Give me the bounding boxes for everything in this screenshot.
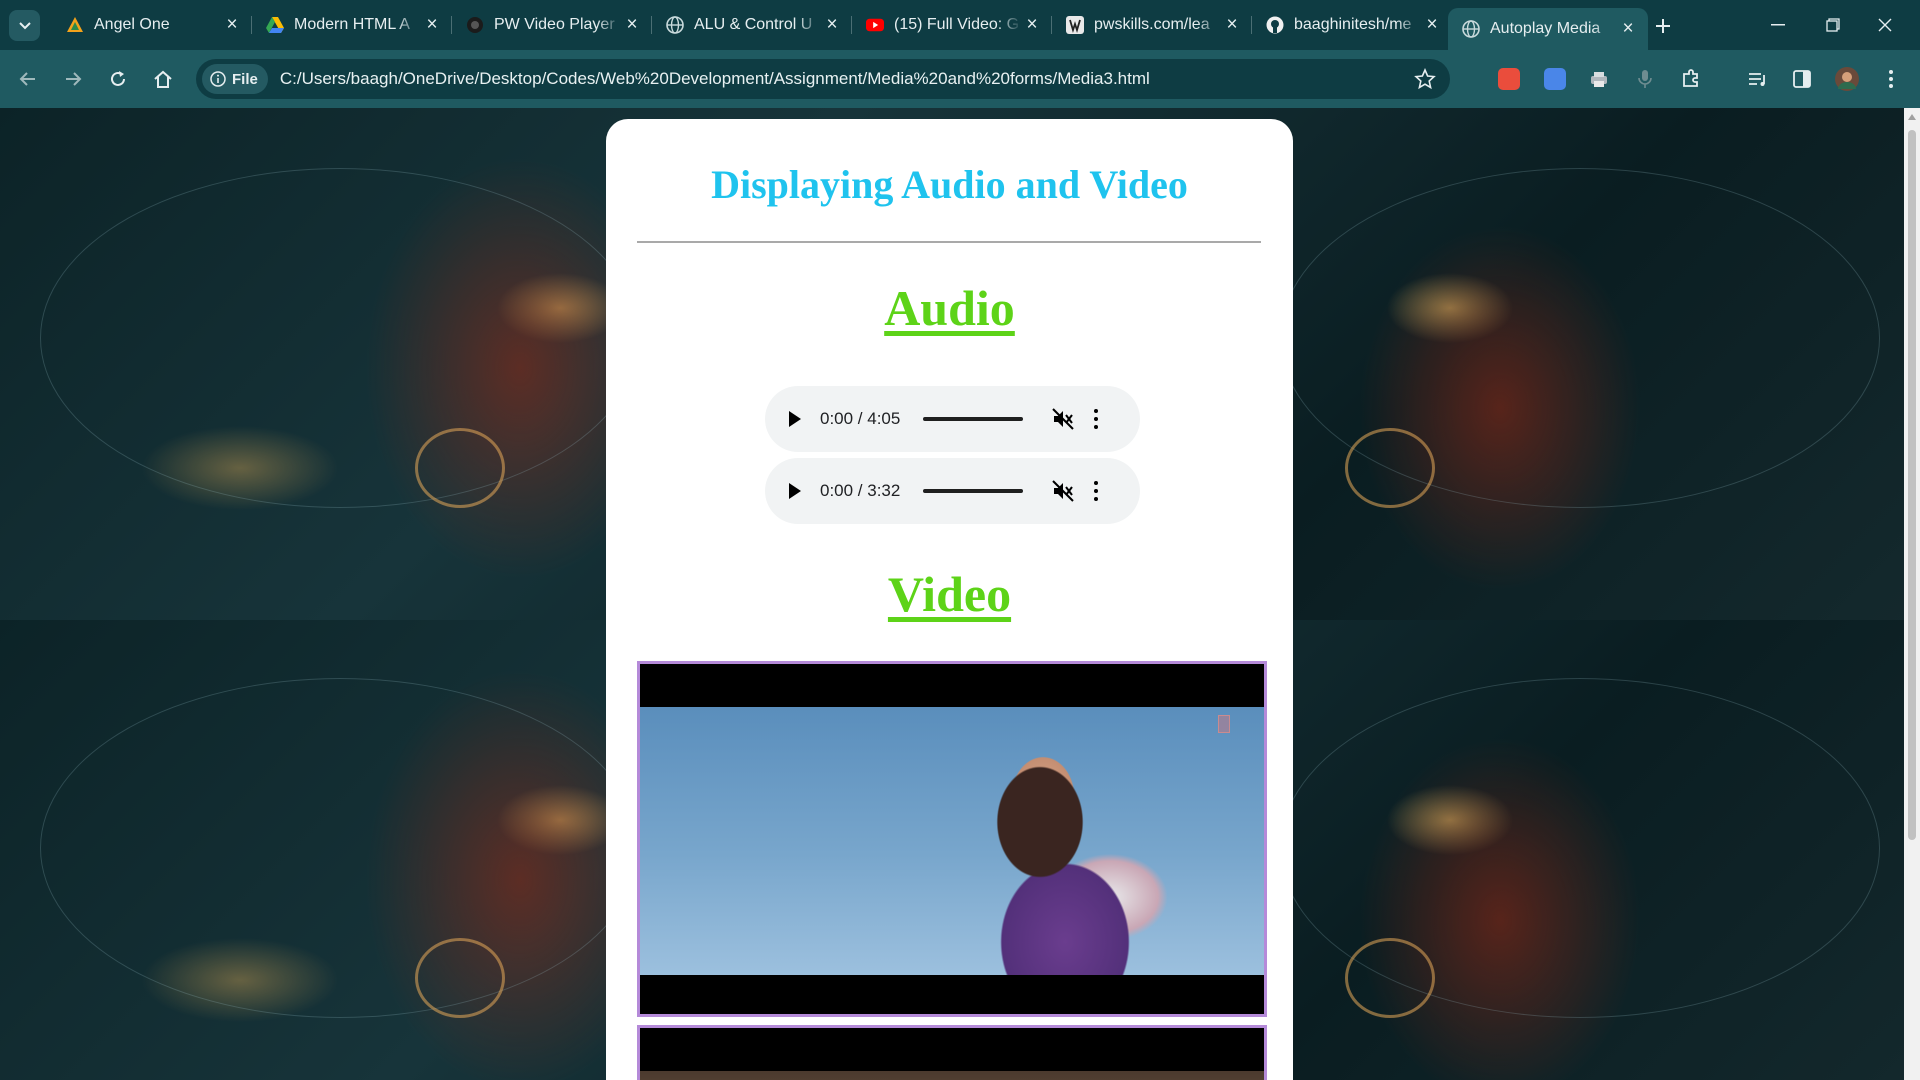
video-frame bbox=[640, 1071, 1264, 1080]
close-tab-icon[interactable]: × bbox=[622, 14, 642, 35]
close-window-button[interactable] bbox=[1862, 10, 1908, 40]
horizontal-rule bbox=[637, 241, 1261, 243]
tab-title: (15) Full Video: G bbox=[894, 16, 1020, 33]
plus-icon bbox=[1656, 19, 1670, 33]
address-bar[interactable]: File C:/Users/baagh/OneDrive/Desktop/Cod… bbox=[196, 59, 1450, 99]
extension-translate-icon[interactable] bbox=[1540, 64, 1570, 94]
video-heading: Video bbox=[887, 566, 1012, 622]
reload-icon bbox=[111, 71, 125, 86]
youtube-icon bbox=[866, 16, 884, 34]
tab-autoplay-media[interactable]: Autoplay Media × bbox=[1448, 8, 1648, 50]
audio-progress-slider[interactable] bbox=[923, 489, 1023, 493]
pw-icon bbox=[466, 16, 484, 34]
close-tab-icon[interactable]: × bbox=[1618, 18, 1638, 39]
muted-speaker-icon[interactable] bbox=[1051, 479, 1075, 503]
scroll-up-icon[interactable] bbox=[1908, 114, 1916, 120]
home-button[interactable] bbox=[148, 64, 178, 94]
angel-one-icon bbox=[66, 16, 84, 34]
minimize-button[interactable] bbox=[1755, 10, 1801, 40]
tab-title: pwskills.com/lea bbox=[1094, 16, 1210, 33]
arrow-right-icon bbox=[66, 72, 82, 86]
google-drive-icon bbox=[266, 16, 284, 34]
pwskills-icon bbox=[1066, 16, 1084, 34]
microphone-icon[interactable] bbox=[1630, 64, 1660, 94]
globe-icon bbox=[1462, 20, 1480, 38]
page-title: Displaying Audio and Video bbox=[711, 162, 1188, 207]
info-icon bbox=[210, 71, 226, 87]
tab-youtube[interactable]: (15) Full Video: G × bbox=[852, 8, 1052, 42]
tab-angel-one[interactable]: Angel One × bbox=[52, 8, 252, 42]
browser-toolbar: File C:/Users/baagh/OneDrive/Desktop/Cod… bbox=[0, 50, 1920, 108]
close-tab-icon[interactable]: × bbox=[1222, 14, 1242, 35]
audio-progress-slider[interactable] bbox=[923, 417, 1023, 421]
muted-speaker-icon[interactable] bbox=[1051, 407, 1075, 431]
media-control-icon[interactable] bbox=[1743, 64, 1773, 94]
close-tab-icon[interactable]: × bbox=[822, 14, 842, 35]
tab-strip: Angel One × Modern HTML A × PW Video Pla… bbox=[0, 0, 1920, 50]
tab-title: PW Video Player bbox=[494, 16, 615, 33]
site-info-label: File bbox=[232, 70, 258, 88]
minimize-icon bbox=[1771, 24, 1785, 26]
close-tab-icon[interactable]: × bbox=[1022, 14, 1042, 35]
extensions-puzzle-icon[interactable] bbox=[1676, 64, 1706, 94]
play-icon[interactable] bbox=[789, 411, 801, 427]
page-viewport: Displaying Audio and Video Audio 0:00 / … bbox=[0, 108, 1904, 1080]
profile-avatar[interactable] bbox=[1832, 64, 1862, 94]
url-text[interactable]: C:/Users/baagh/OneDrive/Desktop/Codes/We… bbox=[280, 69, 1150, 89]
video-frame bbox=[640, 707, 1264, 975]
arrow-left-icon bbox=[19, 72, 35, 86]
tab-title: Angel One bbox=[94, 16, 170, 33]
tab-modern-html[interactable]: Modern HTML A × bbox=[252, 8, 452, 42]
tab-title: baaghinitesh/me bbox=[1294, 16, 1412, 33]
close-tab-icon[interactable]: × bbox=[222, 14, 242, 35]
tab-pw-video-player[interactable]: PW Video Player × bbox=[452, 8, 652, 42]
tab-title: Modern HTML A bbox=[294, 16, 410, 33]
video-player-1[interactable] bbox=[637, 661, 1267, 1017]
page-scrollbar[interactable] bbox=[1904, 108, 1920, 1080]
restore-button[interactable] bbox=[1810, 10, 1856, 40]
close-icon bbox=[1878, 18, 1892, 32]
channel-logo-icon bbox=[1218, 715, 1230, 733]
star-icon[interactable] bbox=[1414, 68, 1436, 90]
tab-search-button[interactable] bbox=[9, 10, 40, 41]
restore-icon bbox=[1826, 18, 1840, 32]
more-options-icon[interactable] bbox=[1093, 409, 1099, 429]
play-icon[interactable] bbox=[789, 483, 801, 499]
audio-player-1[interactable]: 0:00 / 4:05 bbox=[765, 386, 1140, 452]
close-tab-icon[interactable]: × bbox=[422, 14, 442, 35]
tab-title: ALU & Control U bbox=[694, 16, 813, 33]
video-player-2[interactable] bbox=[637, 1025, 1267, 1080]
audio-player-2[interactable]: 0:00 / 3:32 bbox=[765, 458, 1140, 524]
more-vertical-icon bbox=[1889, 70, 1893, 88]
site-info-chip[interactable]: File bbox=[202, 64, 268, 94]
side-panel-icon[interactable] bbox=[1787, 64, 1817, 94]
scrollbar-thumb[interactable] bbox=[1908, 130, 1916, 840]
browser-menu-button[interactable] bbox=[1876, 64, 1906, 94]
new-tab-button[interactable] bbox=[1649, 12, 1677, 40]
audio-time: 0:00 / 4:05 bbox=[820, 409, 901, 428]
more-options-icon[interactable] bbox=[1093, 481, 1099, 501]
audio-heading: Audio bbox=[884, 280, 1015, 336]
extension-printer-icon[interactable] bbox=[1584, 64, 1614, 94]
tab-alu-control[interactable]: ALU & Control U × bbox=[652, 8, 852, 42]
reload-button[interactable] bbox=[103, 64, 133, 94]
tab-pwskills[interactable]: pwskills.com/lea × bbox=[1052, 8, 1252, 42]
back-button[interactable] bbox=[13, 64, 43, 94]
github-icon bbox=[1266, 16, 1284, 34]
globe-icon bbox=[666, 16, 684, 34]
chevron-down-icon bbox=[18, 21, 31, 29]
tab-title: Autoplay Media bbox=[1490, 20, 1601, 37]
content-card: Displaying Audio and Video Audio 0:00 / … bbox=[606, 119, 1293, 1080]
forward-button[interactable] bbox=[58, 64, 88, 94]
close-tab-icon[interactable]: × bbox=[1422, 14, 1442, 35]
tab-github[interactable]: baaghinitesh/me × bbox=[1252, 8, 1452, 42]
home-icon bbox=[154, 70, 172, 88]
extension-music-icon[interactable] bbox=[1494, 64, 1524, 94]
audio-time: 0:00 / 3:32 bbox=[820, 481, 901, 500]
